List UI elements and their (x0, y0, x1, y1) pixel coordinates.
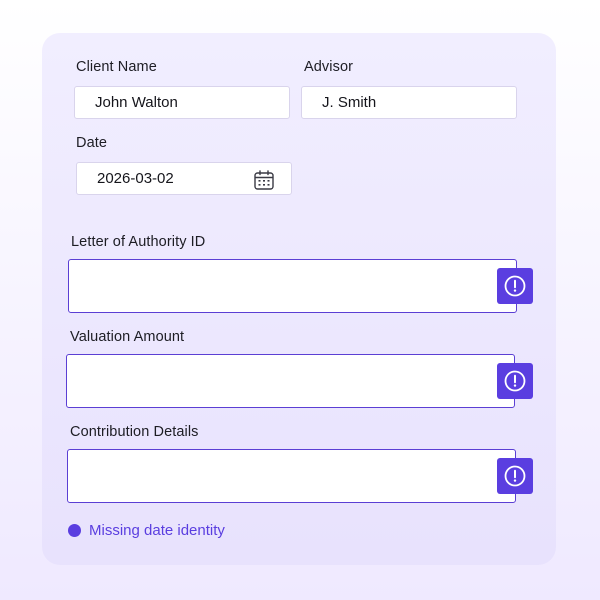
contribution-details-field[interactable] (67, 449, 516, 503)
contribution-details-alert-button[interactable] (497, 458, 533, 494)
advisor-value: J. Smith (322, 94, 377, 111)
loa-id-field[interactable] (68, 259, 517, 313)
date-value: 2026-03-02 (97, 170, 174, 187)
advisor-field[interactable]: J. Smith (301, 86, 517, 119)
status-text: Missing date identity (89, 522, 225, 539)
date-label: Date (76, 135, 108, 151)
client-name-field[interactable]: John Walton (74, 86, 290, 119)
loa-id-alert-button[interactable] (497, 268, 533, 304)
validation-status: Missing date identity (68, 522, 225, 539)
client-name-label: Client Name (76, 59, 157, 75)
loa-id-label: Letter of Authority ID (71, 234, 206, 250)
valuation-amount-field[interactable] (66, 354, 515, 408)
status-dot (68, 524, 81, 537)
contribution-details-input[interactable] (68, 450, 515, 502)
valuation-amount-input[interactable] (67, 355, 514, 407)
valuation-amount-alert-button[interactable] (497, 363, 533, 399)
loa-id-input[interactable] (69, 260, 516, 312)
alert-circle-icon (504, 465, 526, 487)
alert-circle-icon (504, 370, 526, 392)
advisor-label: Advisor (304, 59, 354, 75)
contribution-details-label: Contribution Details (70, 424, 199, 440)
valuation-amount-label: Valuation Amount (70, 329, 185, 345)
client-name-value: John Walton (95, 94, 178, 111)
date-field[interactable]: 2026-03-02 (76, 162, 292, 195)
calendar-icon[interactable] (253, 169, 275, 191)
alert-circle-icon (504, 275, 526, 297)
